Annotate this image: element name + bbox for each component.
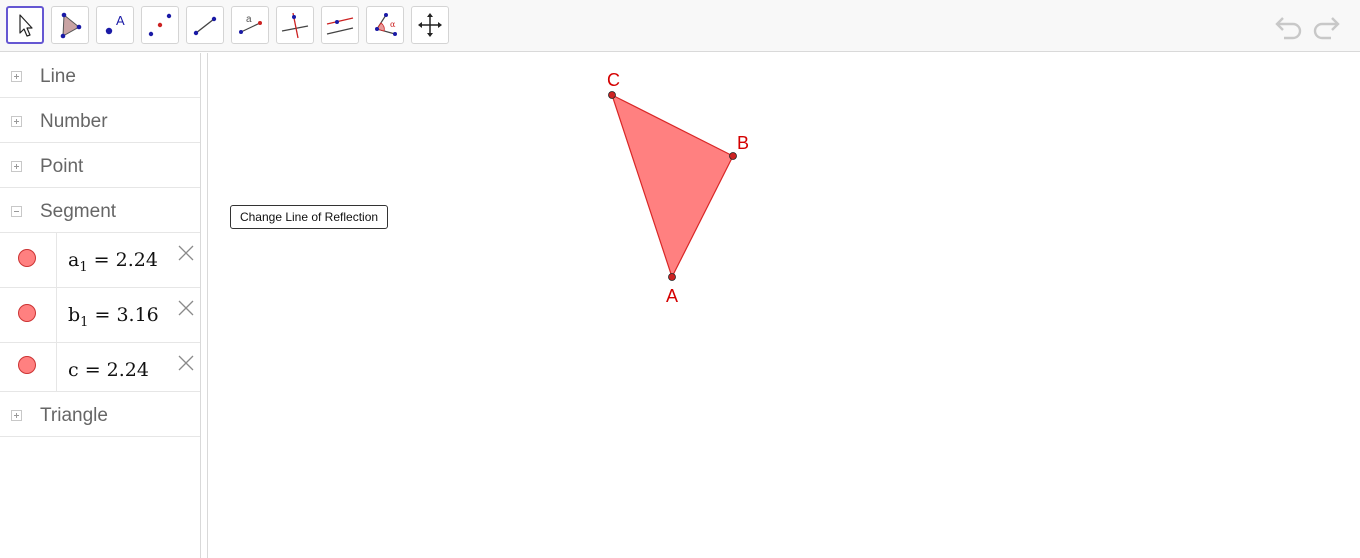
group-triangle[interactable]: Triangle — [0, 392, 200, 437]
svg-text:a: a — [246, 14, 252, 25]
perpendicular-line-tool-button[interactable] — [276, 6, 314, 44]
perpendicular-line-icon — [281, 12, 309, 39]
segment-icon — [193, 16, 217, 36]
expand-plus-icon[interactable] — [11, 116, 22, 127]
graphics-view[interactable] — [209, 53, 1360, 558]
move-graphics-view-tool-button[interactable] — [411, 6, 449, 44]
algebra-item[interactable]: a1 = 2.24 — [0, 233, 200, 288]
point-b[interactable] — [729, 152, 737, 160]
group-label: Point — [40, 156, 84, 177]
svg-text:α: α — [390, 20, 396, 29]
visibility-toggle[interactable] — [0, 233, 57, 287]
redo-button[interactable] — [1310, 12, 1342, 40]
visibility-toggle[interactable] — [0, 343, 57, 391]
group-label: Segment — [40, 201, 117, 222]
cursor-arrow-icon — [19, 14, 33, 37]
formula[interactable]: c = 2.24 — [68, 359, 149, 381]
algebra-item[interactable]: b1 = 3.16 — [0, 288, 200, 343]
move-tool-button[interactable] — [6, 6, 44, 44]
formula[interactable]: b1 = 3.16 — [68, 304, 159, 330]
slope-tool-button[interactable]: a — [231, 6, 269, 44]
group-segment[interactable]: Segment — [0, 188, 200, 233]
points-icon — [148, 13, 172, 37]
triangle-polygon-icon — [60, 12, 82, 39]
parallel-line-icon — [326, 17, 354, 35]
parallel-line-tool-button[interactable] — [321, 6, 359, 44]
expand-plus-icon[interactable] — [11, 71, 22, 82]
text-label-icon: A — [105, 13, 125, 35]
segment-label-icon: a — [239, 14, 262, 34]
toolbar: A a α — [0, 0, 1360, 52]
point-a[interactable] — [668, 273, 676, 281]
visibility-toggle[interactable] — [0, 288, 57, 342]
group-line[interactable]: Line — [0, 53, 200, 98]
angle-icon: α — [375, 13, 397, 36]
group-label: Triangle — [40, 405, 108, 426]
visibility-dot-icon[interactable] — [18, 304, 36, 322]
change-line-of-reflection-button[interactable]: Change Line of Reflection — [230, 205, 388, 229]
collapse-minus-icon[interactable] — [11, 206, 22, 217]
segment-tool-button[interactable] — [186, 6, 224, 44]
formula[interactable]: a1 = 2.24 — [68, 249, 158, 275]
delete-icon[interactable] — [177, 354, 195, 372]
move-arrows-icon — [418, 13, 442, 37]
delete-icon[interactable] — [177, 299, 195, 317]
expand-plus-icon[interactable] — [11, 410, 22, 421]
visibility-dot-icon[interactable] — [18, 356, 36, 374]
group-label: Line — [40, 66, 76, 87]
svg-text:A: A — [116, 13, 125, 28]
expand-plus-icon[interactable] — [11, 161, 22, 172]
algebra-item[interactable]: c = 2.24 — [0, 343, 200, 392]
delete-icon[interactable] — [177, 244, 195, 262]
undo-icon — [1275, 17, 1302, 40]
group-number[interactable]: Number — [0, 98, 200, 143]
group-label: Number — [40, 111, 108, 132]
algebra-view: Line Number Point Segment a1 = 2.24 b1 =… — [0, 53, 200, 558]
redo-icon — [1313, 17, 1340, 40]
visibility-dot-icon[interactable] — [18, 249, 36, 267]
polygon-tool-button[interactable] — [51, 6, 89, 44]
point-c[interactable] — [608, 91, 616, 99]
view-splitter[interactable] — [200, 53, 208, 558]
undo-button[interactable] — [1273, 12, 1305, 40]
text-tool-button[interactable]: A — [96, 6, 134, 44]
angle-tool-button[interactable]: α — [366, 6, 404, 44]
group-point[interactable]: Point — [0, 143, 200, 188]
point-tool-button[interactable] — [141, 6, 179, 44]
